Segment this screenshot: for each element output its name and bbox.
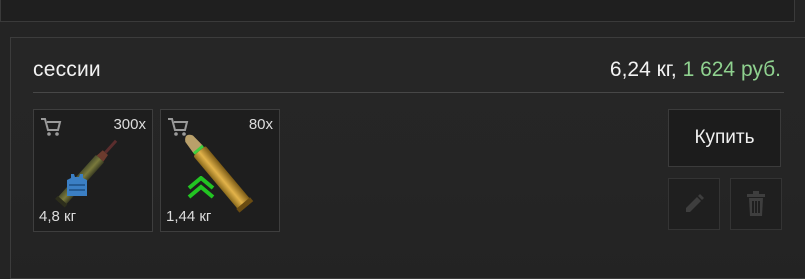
item-slot-ammo-1[interactable]: 300x 4,8 кг xyxy=(33,109,153,232)
rank-chevron-up-icon xyxy=(187,176,215,199)
total-weight: 6,24 кг, xyxy=(609,58,677,81)
item-weight: 1,44 кг xyxy=(166,208,212,225)
item-count: 300x xyxy=(113,116,146,133)
buy-button[interactable]: Купить xyxy=(668,109,781,167)
cart-icon xyxy=(168,118,189,136)
edit-button[interactable] xyxy=(668,178,720,230)
section-divider xyxy=(33,92,784,93)
loadout-section-panel: сессии 6,24 кг, 1 624 руб. 300x 4,8 кг 8… xyxy=(10,37,805,279)
pencil-icon xyxy=(686,194,704,212)
trash-icon xyxy=(747,191,765,216)
section-title: сессии xyxy=(33,58,101,81)
previous-section-panel xyxy=(0,0,795,22)
total-price: 1 624 руб. xyxy=(682,58,781,81)
cart-icon xyxy=(41,118,62,136)
section-summary: 6,24 кг, 1 624 руб. xyxy=(610,58,781,82)
item-weight: 4,8 кг xyxy=(39,208,77,225)
delete-button[interactable] xyxy=(730,178,782,230)
item-count: 80x xyxy=(248,116,273,133)
item-slot-ammo-2[interactable]: 80x 1,44 кг xyxy=(160,109,280,232)
body-armor-icon xyxy=(67,174,87,196)
